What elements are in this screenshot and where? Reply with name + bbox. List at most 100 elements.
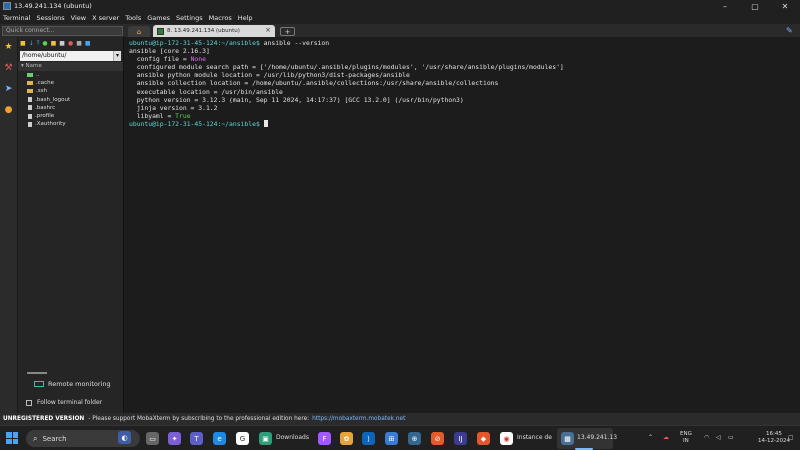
refresh-icon[interactable]: ● <box>42 40 47 47</box>
terminal-line: configured module search path = ['/home/… <box>129 63 800 71</box>
output-text: python version = 3.12.3 (main, Sep 11 20… <box>129 95 464 104</box>
pen-icon[interactable]: ✎ <box>786 26 793 35</box>
column-header-name[interactable]: ▾ Name <box>18 62 123 71</box>
list-item-label: .bashrc <box>35 104 56 111</box>
menu-sessions[interactable]: Sessions <box>36 14 64 22</box>
output-text: ansible [core 2.16.3] <box>129 47 210 56</box>
settings-icon[interactable]: ■ <box>85 40 91 47</box>
output-value: None <box>190 55 206 64</box>
list-item[interactable]: .bashrc <box>18 104 123 112</box>
shell-prompt: ubuntu@ip-172-31-45-124:~/ansible$ <box>129 119 260 128</box>
mobaxterm-link[interactable]: https://mobaxterm.mobatek.net <box>312 416 405 422</box>
copilot-icon[interactable]: ✦ <box>168 432 181 445</box>
lang-line1: ENG <box>680 431 692 437</box>
language-indicator[interactable]: ENG IN <box>680 431 692 445</box>
properties-icon[interactable]: ■ <box>76 40 82 47</box>
delete-icon[interactable]: ● <box>68 40 73 47</box>
notification-icon[interactable]: ▢ <box>788 434 794 441</box>
file-icon <box>28 113 32 119</box>
minimize-button[interactable]: – <box>710 0 740 12</box>
google-icon[interactable]: G <box>236 432 249 445</box>
new-file-icon[interactable]: ■ <box>59 40 65 47</box>
output-text: executable location = /usr/bin/ansible <box>129 87 283 96</box>
tools-icon[interactable]: ⚒ <box>1 59 17 77</box>
macro-icon[interactable]: ● <box>1 101 17 119</box>
splitter-handle[interactable] <box>27 372 47 374</box>
quick-connect-input[interactable]: Quick connect... <box>2 26 123 36</box>
list-item-label: .cache <box>36 80 55 87</box>
instance-label: Instance de <box>517 434 552 441</box>
send-icon[interactable]: ➤ <box>1 80 17 98</box>
app-icon[interactable]: ⊞ <box>385 432 398 445</box>
unregistered-label: UNREGISTERED VERSION <box>3 416 85 422</box>
windows-start-button[interactable] <box>6 432 18 444</box>
path-value: /home/ubuntu/ <box>22 52 67 59</box>
wifi-icon[interactable]: ◠ <box>704 434 709 441</box>
remote-monitoring-button[interactable]: Remote monitoring <box>34 380 111 388</box>
list-item[interactable]: .. <box>18 71 123 79</box>
new-tab-button[interactable]: + <box>280 27 295 36</box>
list-item[interactable]: .Xauthority <box>18 120 123 128</box>
list-item[interactable]: .cache <box>18 79 123 87</box>
postgres-icon[interactable]: ⊕ <box>408 432 421 445</box>
cloud-icon[interactable]: ☁ <box>663 434 669 441</box>
intellij-icon[interactable]: IJ <box>454 432 467 445</box>
downloads-folder-icon[interactable]: ▣ <box>259 432 272 445</box>
download-icon[interactable]: ↓ <box>29 40 34 47</box>
terminal-line: jinja version = 3.1.2 <box>129 104 800 112</box>
close-button[interactable]: ✕ <box>770 0 800 12</box>
edge-icon[interactable]: e <box>213 432 226 445</box>
upload-icon[interactable]: ⤒ <box>37 40 40 48</box>
maximize-button[interactable]: ▢ <box>740 0 770 12</box>
menu-games[interactable]: Games <box>147 14 170 22</box>
list-item[interactable]: .bash_logout <box>18 96 123 104</box>
vscode-icon[interactable]: ⟩ <box>362 432 375 445</box>
postman-icon[interactable]: ⊘ <box>431 432 444 445</box>
menu-macros[interactable]: Macros <box>209 14 232 22</box>
terminal-line: python version = 3.12.3 (main, Sep 11 20… <box>129 96 800 104</box>
menu-terminal[interactable]: Terminal <box>3 14 30 22</box>
task-view-icon[interactable]: ▭ <box>146 432 159 445</box>
output-text: jinja version = 3.1.2 <box>129 103 218 112</box>
chevron-up-icon[interactable]: ⌃ <box>648 434 653 441</box>
follow-terminal-folder-checkbox[interactable]: Follow terminal folder <box>26 399 102 406</box>
menu-xserver[interactable]: X server <box>92 14 119 22</box>
terminal-output[interactable]: ubuntu@ip-172-31-45-124:~/ansible$ ansib… <box>125 37 800 413</box>
vertical-toolbar: ★ ⚒ ➤ ● <box>0 37 18 413</box>
volume-icon[interactable]: ◁ <box>716 434 721 441</box>
teams-icon[interactable]: T <box>190 432 203 445</box>
shell-prompt: ubuntu@ip-172-31-45-124:~/ansible$ <box>129 39 260 47</box>
search-label: Search <box>42 434 67 443</box>
tab-session-label: 8. 13.49.241.134 (ubuntu) <box>167 28 240 34</box>
mobaxterm-app-icon <box>3 2 11 10</box>
output-text: configured module search path = ['/home/… <box>129 63 564 72</box>
mobaxterm-icon[interactable]: ▩ <box>561 432 574 445</box>
widgets-icon[interactable]: ◐ <box>118 431 131 444</box>
battery-icon[interactable]: ▭ <box>728 434 734 441</box>
menu-tools[interactable]: Tools <box>125 14 141 22</box>
tool-icon[interactable]: ✿ <box>340 432 353 445</box>
clock[interactable]: 16:45 14-12-2024 <box>758 431 790 445</box>
tab-session[interactable]: 8. 13.49.241.134 (ubuntu) × <box>153 25 275 37</box>
menu-help[interactable]: Help <box>238 14 253 22</box>
downloads-label: Downloads <box>276 434 309 441</box>
list-item-label: .Xauthority <box>35 121 66 128</box>
status-bar: UNREGISTERED VERSION - Please support Mo… <box>0 413 800 425</box>
menu-settings[interactable]: Settings <box>176 14 203 22</box>
chrome-icon[interactable]: ◉ <box>500 432 513 445</box>
brave-icon[interactable]: ◆ <box>477 432 490 445</box>
home-tab[interactable]: ⌂ <box>128 26 150 37</box>
monitor-icon <box>34 381 44 387</box>
list-item[interactable]: .profile <box>18 112 123 120</box>
menu-view[interactable]: View <box>71 14 86 22</box>
file-icon <box>28 97 32 103</box>
folder-up-icon[interactable]: ■ <box>20 40 26 47</box>
new-folder-icon[interactable]: ■ <box>51 40 57 47</box>
star-icon[interactable]: ★ <box>1 38 17 56</box>
tab-close-icon[interactable]: × <box>265 26 271 34</box>
figma-icon[interactable]: F <box>318 432 331 445</box>
path-input[interactable]: /home/ubuntu/ ▾ <box>20 51 121 61</box>
list-item[interactable]: .ssh <box>18 87 123 95</box>
chevron-down-icon[interactable]: ▾ <box>113 51 121 61</box>
column-header-label: Name <box>25 63 42 69</box>
